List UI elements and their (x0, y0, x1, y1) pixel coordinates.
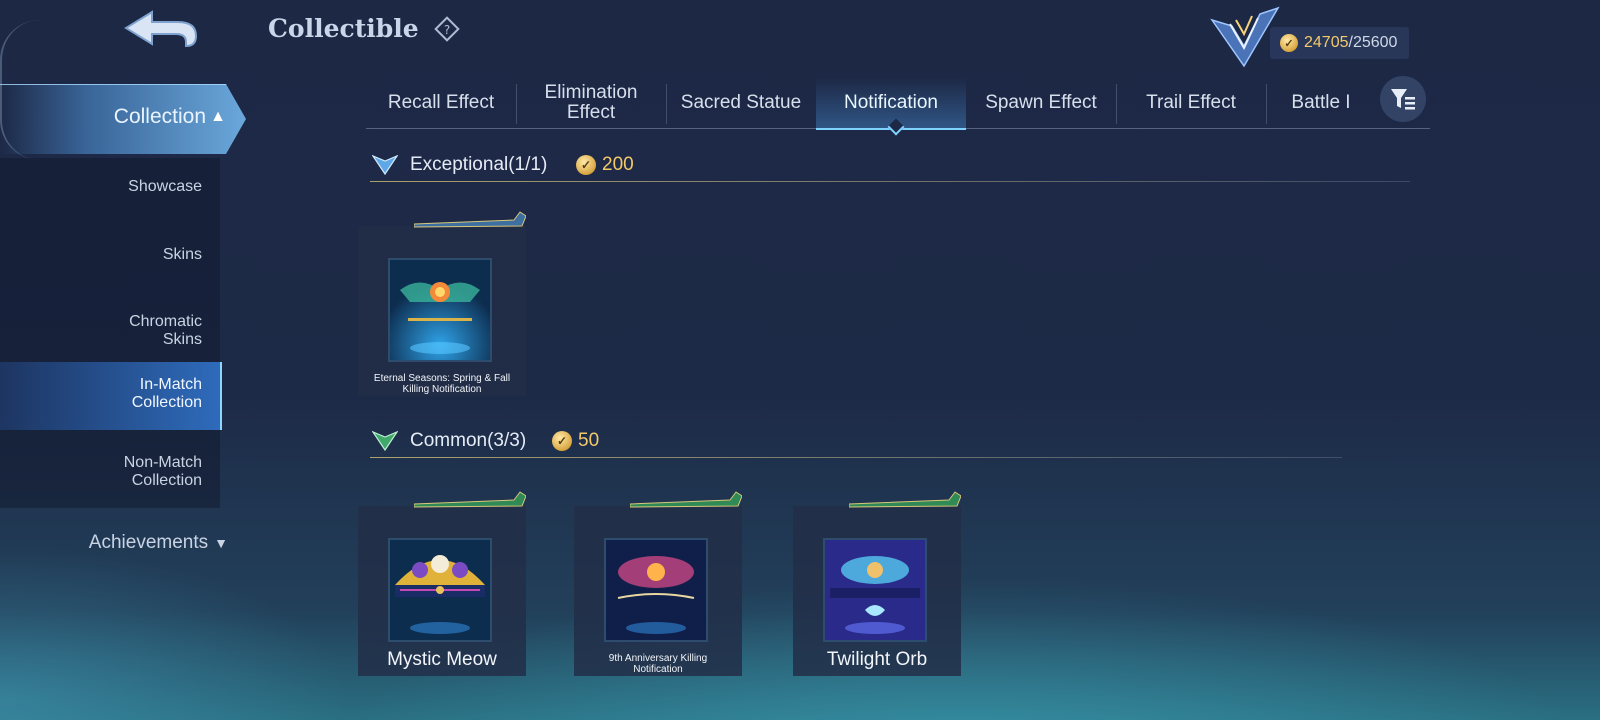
item-name: Twilight Orb (795, 649, 959, 671)
section-title: Common(3/3) (410, 430, 527, 451)
sidebar-item-label: Skins (162, 246, 202, 263)
collectible-card[interactable]: Twilight Orb (793, 491, 961, 676)
coin-icon: ✓ (576, 155, 596, 175)
tab-recall-effect[interactable]: Recall Effect (366, 78, 516, 128)
notification-preview-image (825, 540, 925, 640)
item-name-line: 9th Anniversary Killing (608, 653, 708, 664)
section-title: Exceptional(1/1) (410, 154, 548, 175)
card-frame-decoration (414, 211, 526, 228)
item-name-line: Twilight Orb (826, 649, 928, 670)
sidebar-item-chromatic-skins[interactable]: Chromatic Skins (0, 313, 220, 353)
item-thumbnail (388, 538, 492, 642)
collectible-card[interactable]: Mystic Meow (358, 491, 526, 676)
svg-text:?: ? (444, 23, 450, 37)
collectible-card[interactable]: 9th Anniversary Killing Notification (574, 491, 742, 676)
sidebar-item-label: Skins (162, 331, 202, 348)
notification-preview-image (390, 260, 490, 360)
card-frame-decoration (849, 491, 961, 508)
tab-label: Notification (844, 92, 938, 113)
item-name-line: Eternal Seasons: Spring & Fall (373, 373, 511, 384)
sidebar-item-in-match-collection[interactable]: In-Match Collection (0, 362, 222, 430)
item-name: Eternal Seasons: Spring & Fall Killing N… (360, 373, 524, 395)
sidebar-item-label: Showcase (128, 178, 202, 195)
back-arrow-icon (124, 10, 198, 48)
section-header-exceptional: Exceptional(1/1) ✓ 200 (370, 148, 1410, 182)
coin-icon: ✓ (552, 431, 572, 451)
tab-battle[interactable]: Battle I (1266, 78, 1376, 128)
sidebar-item-showcase[interactable]: Showcase (0, 178, 220, 200)
tab-label: Effect (566, 102, 616, 123)
tab-label: Recall Effect (387, 92, 495, 113)
sidebar-item-label: In-Match (139, 376, 202, 393)
sidebar-item-non-match-collection[interactable]: Non-Match Collection (0, 454, 220, 494)
points-current: 24705 (1304, 34, 1349, 51)
chevron-down-icon: ▼ (214, 535, 228, 551)
exceptional-gem-icon (372, 154, 398, 176)
tab-elimination-effect[interactable]: Elimination Effect (516, 78, 666, 128)
notification-preview-image (606, 540, 706, 640)
notification-preview-image (390, 540, 490, 640)
item-thumbnail (823, 538, 927, 642)
page-title: Collectible (268, 14, 419, 43)
sidebar-item-skins[interactable]: Skins (0, 246, 220, 268)
filter-button[interactable] (1380, 76, 1426, 122)
sidebar-collection-header[interactable]: Collection ▲ (0, 84, 246, 154)
section-cost-value: 200 (602, 154, 634, 175)
help-diamond-icon: ? (434, 16, 460, 42)
item-name-line: Mystic Meow (387, 649, 497, 670)
section-divider (370, 181, 1410, 182)
achievements-label: Achievements (88, 532, 209, 553)
tab-label: Elimination (544, 82, 638, 103)
item-name: 9th Anniversary Killing Notification (576, 653, 740, 675)
points-display: ✓ 24705/25600 (1270, 27, 1410, 59)
tab-sacred-statue[interactable]: Sacred Statue (666, 78, 816, 128)
item-thumbnail (388, 258, 492, 362)
back-button[interactable] (118, 6, 200, 56)
points-max: 25600 (1352, 34, 1398, 51)
item-thumbnail (604, 538, 708, 642)
section-cost-value: 50 (578, 430, 600, 451)
tab-label: Sacred Statue (680, 92, 802, 113)
item-name-line: Notification (633, 664, 683, 675)
chevron-up-icon: ▲ (210, 108, 226, 125)
sidebar-item-label: Non-Match (123, 454, 202, 471)
tab-label: Battle I (1291, 92, 1351, 113)
tab-label: Spawn Effect (985, 92, 1097, 113)
section-header-common: Common(3/3) ✓ 50 (370, 424, 1410, 458)
sidebar-item-label: Collection (131, 394, 202, 411)
tab-spawn-effect[interactable]: Spawn Effect (966, 78, 1116, 128)
item-name-line: Killing Notification (402, 384, 482, 395)
sidebar-achievements[interactable]: Achievements ▼ (0, 532, 228, 554)
section-cost: ✓ 200 (576, 154, 634, 176)
card-frame-decoration (630, 491, 742, 508)
help-button[interactable]: ? (434, 16, 460, 42)
sidebar-item-label: Collection (131, 472, 202, 489)
tab-label: Trail Effect (1146, 92, 1236, 113)
sidebar-item-label: Chromatic (129, 313, 202, 330)
section-cost: ✓ 50 (552, 430, 599, 452)
tab-trail-effect[interactable]: Trail Effect (1116, 78, 1266, 128)
item-name: Mystic Meow (360, 649, 524, 671)
coin-icon: ✓ (1280, 34, 1298, 52)
sidebar-collection-label: Collection (113, 105, 206, 128)
collectible-card[interactable]: Eternal Seasons: Spring & Fall Killing N… (358, 211, 526, 396)
card-frame-decoration (414, 491, 526, 508)
common-gem-icon (372, 430, 398, 452)
section-divider (370, 457, 1342, 458)
filter-icon (1391, 89, 1415, 110)
